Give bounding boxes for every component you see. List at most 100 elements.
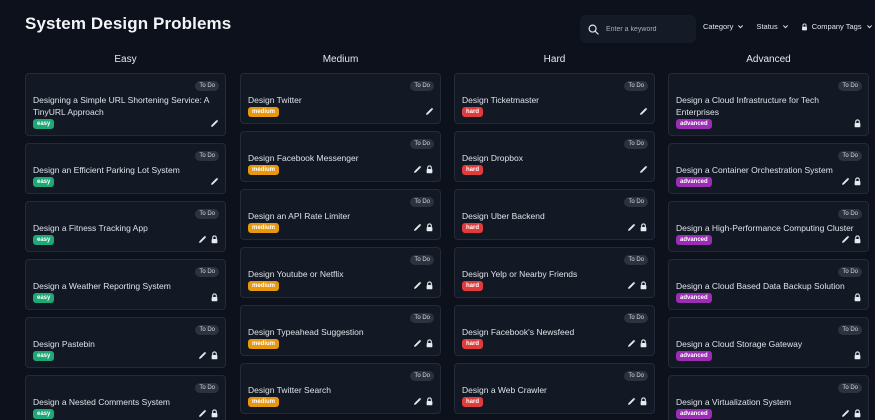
pencil-icon[interactable] [841,235,850,244]
problem-title[interactable]: Design Pastebin [33,338,213,350]
pencil-icon[interactable] [210,177,219,186]
pencil-icon[interactable] [413,339,422,348]
pencil-icon[interactable] [841,177,850,186]
column-easy: Easy To Do Designing a Simple URL Shorteni… [25,54,226,420]
problem-card[interactable]: To Do Design Facebook Messenger medium [240,131,441,182]
pencil-icon[interactable] [198,235,207,244]
problem-card[interactable]: To Do Design Twitter Search medium [240,363,441,414]
problem-card[interactable]: To Do Design a Cloud Infrastructure for T… [668,73,869,136]
card-actions [841,409,862,418]
problem-title[interactable]: Design a Weather Reporting System [33,280,213,292]
problem-card[interactable]: To Do Design Ticketmaster hard [454,73,655,124]
pencil-icon[interactable] [639,165,648,174]
lock-icon [854,177,861,186]
problem-card[interactable]: To Do Design Dropbox hard [454,131,655,182]
problem-card[interactable]: To Do Design Facebook's Newsfeed hard [454,305,655,356]
problem-title[interactable]: Design an API Rate Limiter [248,210,428,222]
status-badge: To Do [410,371,434,381]
pencil-icon[interactable] [841,409,850,418]
problem-card[interactable]: To Do Design a Fitness Tracking App easy [25,201,226,252]
problem-title[interactable]: Design a Cloud Based Data Backup Solutio… [676,280,856,292]
status-badge: To Do [195,209,219,219]
pencil-icon[interactable] [413,165,422,174]
problem-title[interactable]: Design Uber Backend [462,210,642,222]
status-badge: To Do [624,313,648,323]
problem-title[interactable]: Design a Web Crawler [462,384,642,396]
problem-card[interactable]: To Do Design a High-Performance Computing… [668,201,869,252]
lock-icon [426,281,433,290]
status-badge: To Do [195,81,219,91]
difficulty-badge: easy [33,177,55,187]
problem-card[interactable]: To Do Design a Container Orchestration Sy… [668,143,869,194]
difficulty-badge: hard [462,165,484,175]
company-tags-filter[interactable]: Company Tags [801,22,873,31]
search-box[interactable] [580,15,696,43]
difficulty-badge: advanced [676,293,712,303]
pencil-icon[interactable] [425,107,434,116]
category-filter[interactable]: Category [703,22,744,31]
problem-title[interactable]: Design a Container Orchestration System [676,164,856,176]
filter-bar: Category Status Company Tags [703,22,873,31]
search-input[interactable] [606,25,691,33]
problem-card[interactable]: To Do Design a Cloud Based Data Backup So… [668,259,869,310]
pencil-icon[interactable] [627,397,636,406]
pencil-icon[interactable] [627,281,636,290]
card-actions [627,223,648,232]
problem-card[interactable]: To Do Design Twitter medium [240,73,441,124]
pencil-icon[interactable] [198,351,207,360]
pencil-icon[interactable] [210,119,219,128]
pencil-icon[interactable] [627,339,636,348]
problem-title[interactable]: Design a Cloud Storage Gateway [676,338,856,350]
card-actions [413,223,434,232]
search-icon [588,24,599,35]
status-filter[interactable]: Status [756,22,788,31]
card-actions [198,351,219,360]
pencil-icon[interactable] [639,107,648,116]
problem-card[interactable]: To Do Designing a Simple URL Shortening S… [25,73,226,136]
problem-card[interactable]: To Do Design a Virtualization System advan… [668,375,869,420]
problem-title[interactable]: Design a Virtualization System [676,396,856,408]
problem-card[interactable]: To Do Design a Nested Comments System easy [25,375,226,420]
pencil-icon[interactable] [198,409,207,418]
problem-title[interactable]: Design an Efficient Parking Lot System [33,164,213,176]
status-badge: To Do [410,313,434,323]
problem-title[interactable]: Design Facebook Messenger [248,152,428,164]
pencil-icon[interactable] [413,281,422,290]
problem-card[interactable]: To Do Design an Efficient Parking Lot Sys… [25,143,226,194]
difficulty-badge: easy [33,409,55,419]
column-title: Hard [543,54,566,65]
problem-title[interactable]: Design Typeahead Suggestion [248,326,428,338]
problem-title[interactable]: Design Youtube or Netflix [248,268,428,280]
problem-card[interactable]: To Do Design Yelp or Nearby Friends hard [454,247,655,298]
card-actions [841,177,862,186]
problem-title[interactable]: Designing a Simple URL Shortening Servic… [33,94,213,118]
status-badge: To Do [410,81,434,91]
difficulty-badge: easy [33,351,55,361]
problem-card[interactable]: To Do Design a Weather Reporting System ea… [25,259,226,310]
card-actions [627,339,648,348]
problem-title[interactable]: Design Dropbox [462,152,642,164]
problem-title[interactable]: Design a Fitness Tracking App [33,222,213,234]
pencil-icon[interactable] [413,397,422,406]
problem-card[interactable]: To Do Design a Cloud Storage Gateway advan… [668,317,869,368]
problem-card[interactable]: To Do Design Uber Backend hard [454,189,655,240]
pencil-icon[interactable] [627,223,636,232]
problem-card[interactable]: To Do Design a Web Crawler hard [454,363,655,414]
status-badge: To Do [838,325,862,335]
difficulty-badge: easy [33,119,55,129]
lock-icon [801,23,807,30]
problem-title[interactable]: Design Ticketmaster [462,94,642,106]
problem-card[interactable]: To Do Design Pastebin easy [25,317,226,368]
problem-card[interactable]: To Do Design an API Rate Limiter medium [240,189,441,240]
problem-title[interactable]: Design a High-Performance Computing Clus… [676,222,856,234]
problem-title[interactable]: Design a Nested Comments System [33,396,213,408]
problem-title[interactable]: Design Twitter Search [248,384,428,396]
pencil-icon[interactable] [413,223,422,232]
problem-title[interactable]: Design Facebook's Newsfeed [462,326,642,338]
problem-title[interactable]: Design Yelp or Nearby Friends [462,268,642,280]
chevron-down-icon [866,25,872,29]
problem-title[interactable]: Design Twitter [248,94,428,106]
problem-title[interactable]: Design a Cloud Infrastructure for Tech E… [676,94,856,118]
problem-card[interactable]: To Do Design Youtube or Netflix medium [240,247,441,298]
problem-card[interactable]: To Do Design Typeahead Suggestion medium [240,305,441,356]
